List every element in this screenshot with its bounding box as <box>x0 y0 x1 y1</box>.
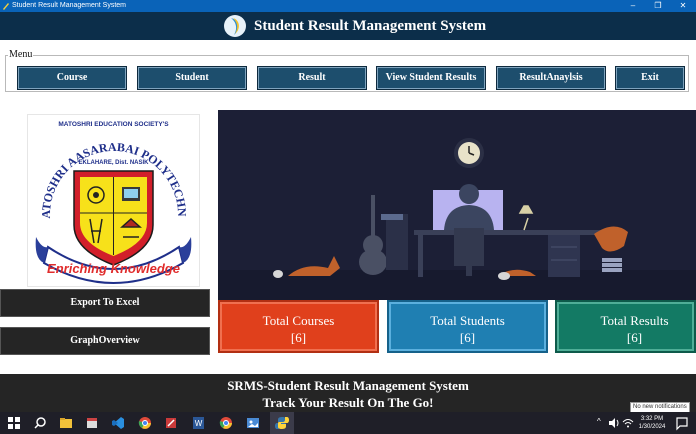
app-footer: SRMS-Student Result Management System Tr… <box>0 374 696 412</box>
windows-start-icon[interactable] <box>6 415 22 431</box>
total-courses-label: Total Courses <box>262 313 335 328</box>
window-title-bar: Student Result Management System – ❐ ✕ <box>0 0 696 12</box>
total-students-label: Total Students <box>430 313 505 328</box>
taskbar: W ^ <box>0 412 696 434</box>
graph-overview-button[interactable]: GraphOverview <box>0 327 210 355</box>
editor-app-icon[interactable] <box>163 415 179 431</box>
total-students-card: Total Students [6] <box>387 300 548 353</box>
app-icon <box>3 3 9 10</box>
footer-title: SRMS-Student Result Management System <box>227 378 469 393</box>
svg-text:W: W <box>195 419 203 428</box>
vscode-icon[interactable] <box>110 415 126 431</box>
result-button[interactable]: Result <box>257 66 367 90</box>
college-logo: MATOSHRI EDUCATION SOCIETY'S MATOSHRI AA… <box>22 104 200 287</box>
course-button[interactable]: Course <box>17 66 127 90</box>
total-students-value: [6] <box>459 330 476 345</box>
total-courses-value: [6] <box>290 330 307 345</box>
total-results-card: Total Results [6] <box>555 300 696 353</box>
view-student-results-button[interactable]: View Student Results <box>376 66 486 90</box>
chrome-icon[interactable] <box>137 415 153 431</box>
total-results-label: Total Results <box>600 313 669 328</box>
result-analysis-button[interactable]: ResultAnaylsis <box>496 66 606 90</box>
motto-text: Enriching Knowledge <box>47 261 180 276</box>
society-text: MATOSHRI EDUCATION SOCIETY'S <box>58 121 169 128</box>
photos-icon[interactable] <box>245 415 261 431</box>
chrome-profile-icon[interactable] <box>218 415 234 431</box>
python-icon <box>275 417 289 429</box>
total-courses-card: Total Courses [6] <box>218 300 379 353</box>
python-app-taskbar-item[interactable] <box>270 412 294 434</box>
clock-date: 1/30/2024 <box>638 424 666 430</box>
maximize-button[interactable]: ❐ <box>645 0 671 12</box>
college-emblem-icon: MATOSHRI EDUCATION SOCIETY'S MATOSHRI AA… <box>22 104 192 284</box>
notification-center-icon[interactable] <box>674 415 690 431</box>
word-icon[interactable]: W <box>190 415 206 431</box>
exit-button[interactable]: Exit <box>615 66 685 90</box>
export-to-excel-button[interactable]: Export To Excel <box>0 289 210 317</box>
app-header: Student Result Management System <box>0 12 696 40</box>
window-title: Student Result Management System <box>12 2 127 9</box>
menu-legend: Menu <box>8 49 34 60</box>
dashboard-illustration <box>218 110 696 300</box>
total-results-value: [6] <box>626 330 643 345</box>
place-text: EKLAHARE, Dist. NASIK <box>78 160 149 166</box>
file-explorer-icon[interactable] <box>58 415 74 431</box>
app-logo-icon <box>224 15 246 37</box>
footer-tagline: Track Your Result On The Go! <box>262 395 434 410</box>
tray-chevron-icon[interactable]: ^ <box>597 417 601 426</box>
clock-time: 3:32 PM <box>640 416 664 422</box>
close-button[interactable]: ✕ <box>670 0 696 12</box>
app-title: Student Result Management System <box>254 18 487 34</box>
calendar-app-icon[interactable] <box>84 415 100 431</box>
taskbar-clock[interactable]: 3:32 PM 1/30/2024 <box>632 412 672 431</box>
student-button[interactable]: Student <box>137 66 247 90</box>
workspace-illustration-icon <box>218 138 696 300</box>
search-icon[interactable] <box>32 415 48 431</box>
minimize-button[interactable]: – <box>620 0 646 12</box>
